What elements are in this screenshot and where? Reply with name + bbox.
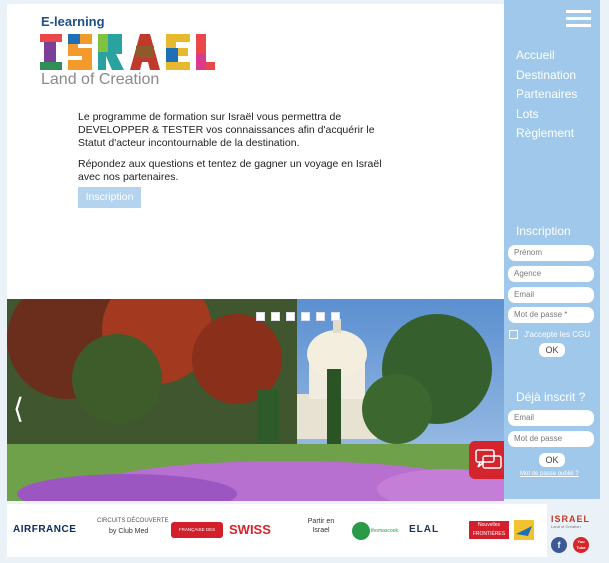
cgu-checkbox[interactable] (509, 330, 518, 339)
firstname-input[interactable]: Prénom (508, 245, 594, 261)
partner-airfrance[interactable]: AIRFRANCE (13, 524, 76, 535)
inscription-button[interactable]: Inscription (78, 187, 141, 208)
partners-bar: AIRFRANCE CIRCUITS DÉCOUVERTE by Club Me… (7, 504, 600, 557)
facebook-icon[interactable]: f (551, 537, 567, 553)
login-ok-button[interactable]: OK (539, 453, 565, 467)
login-email-input[interactable]: Email (508, 410, 594, 426)
chat-button[interactable] (469, 441, 504, 479)
nav-item-destination[interactable]: Destination (516, 66, 577, 86)
register-ok-button[interactable]: OK (539, 343, 565, 357)
nav-item-partenaires[interactable]: Partenaires (516, 85, 577, 105)
nav-item-lots[interactable]: Lots (516, 105, 577, 125)
partner-plane-logo[interactable] (514, 520, 534, 540)
slider-dots (256, 308, 346, 326)
nav-item-accueil[interactable]: Accueil (516, 46, 577, 66)
slider-dot[interactable] (286, 312, 295, 321)
password-input[interactable]: Mot de passe * (508, 307, 594, 323)
nav-item-reglement[interactable]: Règlement (516, 124, 577, 144)
intro-paragraph-1: Le programme de formation sur Israël vou… (78, 111, 375, 149)
thomascook-icon (352, 522, 370, 540)
hero-slider[interactable]: ⟨ (7, 299, 504, 501)
corner-tagline: Land of Creation (551, 524, 581, 529)
slider-dot[interactable] (331, 312, 340, 321)
main-panel: E-learning Land of Creation Le programme… (7, 4, 504, 299)
partner-fdc[interactable]: FRANÇAISE DES CIRCUITS (171, 522, 223, 548)
israel-logo[interactable] (40, 32, 215, 74)
slider-dot[interactable] (256, 312, 265, 321)
forgot-password-link[interactable]: Mot de passe oublié ? (520, 471, 579, 477)
youtube-icon[interactable]: You Tube (573, 537, 589, 553)
partner-elal[interactable]: ELAL (409, 524, 439, 535)
partner-partir-en-israel[interactable]: Partir en Israel (301, 517, 341, 535)
brand-corner: ISRAEL Land of Creation f You Tube (547, 504, 600, 557)
slider-dot[interactable] (271, 312, 280, 321)
login-password-input[interactable]: Mot de passe (508, 431, 594, 447)
page-frame: E-learning Land of Creation Le programme… (0, 0, 609, 563)
intro-text: Le programme de formation sur Israël vou… (78, 111, 398, 192)
chat-icon (475, 449, 502, 469)
email-input[interactable]: Email (508, 287, 594, 303)
agency-input[interactable]: Agence (508, 266, 594, 282)
partner-swiss[interactable]: SWISS (229, 522, 271, 537)
partner-circuits[interactable]: CIRCUITS DÉCOUVERTE (97, 518, 169, 524)
sidebar: Accueil Destination Partenaires Lots Règ… (504, 0, 600, 499)
intro-paragraph-2: Répondez aux questions et tentez de gagn… (78, 158, 382, 183)
slider-prev-arrow[interactable]: ⟨ (13, 392, 24, 425)
partner-thomascook[interactable]: thomascook (371, 528, 398, 534)
corner-brand[interactable]: ISRAEL (551, 514, 590, 524)
slider-dot[interactable] (301, 312, 310, 321)
register-title: Inscription (516, 224, 571, 238)
menu-icon[interactable] (566, 10, 591, 30)
partner-clubmed[interactable]: by Club Med (109, 528, 148, 535)
cgu-label: J'accepte les CGU (524, 330, 590, 339)
elearning-label: E-learning (41, 14, 105, 29)
slider-dot[interactable] (316, 312, 325, 321)
login-title: Déjà inscrit ? (516, 390, 586, 404)
logo-tagline: Land of Creation (41, 71, 160, 88)
main-nav: Accueil Destination Partenaires Lots Règ… (516, 46, 577, 144)
hero-image (7, 299, 504, 501)
partner-nouvelles-frontieres[interactable]: Nouvelles FRONTIÈRES (469, 521, 509, 539)
